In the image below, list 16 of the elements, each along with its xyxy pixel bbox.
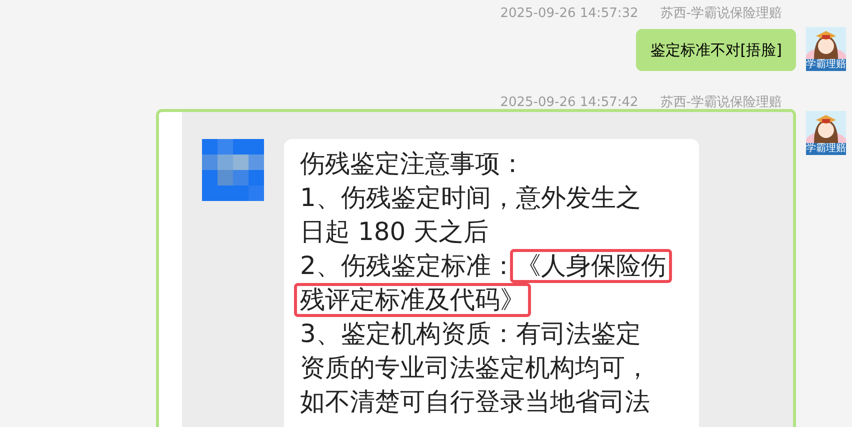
chat-bubble: 鉴定标准不对[捂脸] (636, 29, 796, 71)
message-time: 2025-09-26 14:57:42 (500, 95, 638, 111)
highlighted-text: 残评定标准及代码》 (294, 283, 531, 317)
message-line: 日起 180 天之后 (300, 216, 489, 248)
image-message[interactable]: 伤残鉴定注意事项： 1、伤残鉴定时间，意外发生之 日起 180 天之后 2、伤残鉴定标准：《人身保险伤 残评定标准及代码》 3、鉴定机构资质：有司法鉴定 资质的专业司法鉴定机构均可， 如不清楚可自行登录当地省司法 (156, 109, 796, 427)
avatar-label: 学霸理赔 (806, 59, 846, 71)
message-time: 2025-09-26 14:57:32 (500, 6, 638, 22)
avatar-label: 学霸理赔 (806, 143, 846, 155)
message-line: 3、鉴定机构资质：有司法鉴定 (300, 318, 641, 350)
highlighted-text: 《人身保险伤 (510, 249, 672, 283)
sender-name: 苏西-学霸说保险理赔 (660, 6, 782, 22)
message-line: 资质的专业司法鉴定机构均可， (300, 352, 650, 384)
sender-name: 苏西-学霸说保险理赔 (660, 95, 782, 111)
message-line: 如不清楚可自行登录当地省司法 (300, 386, 650, 418)
message-line: 1、伤残鉴定时间，意外发生之 (300, 182, 641, 214)
message-line: 伤残鉴定注意事项： (300, 148, 525, 180)
